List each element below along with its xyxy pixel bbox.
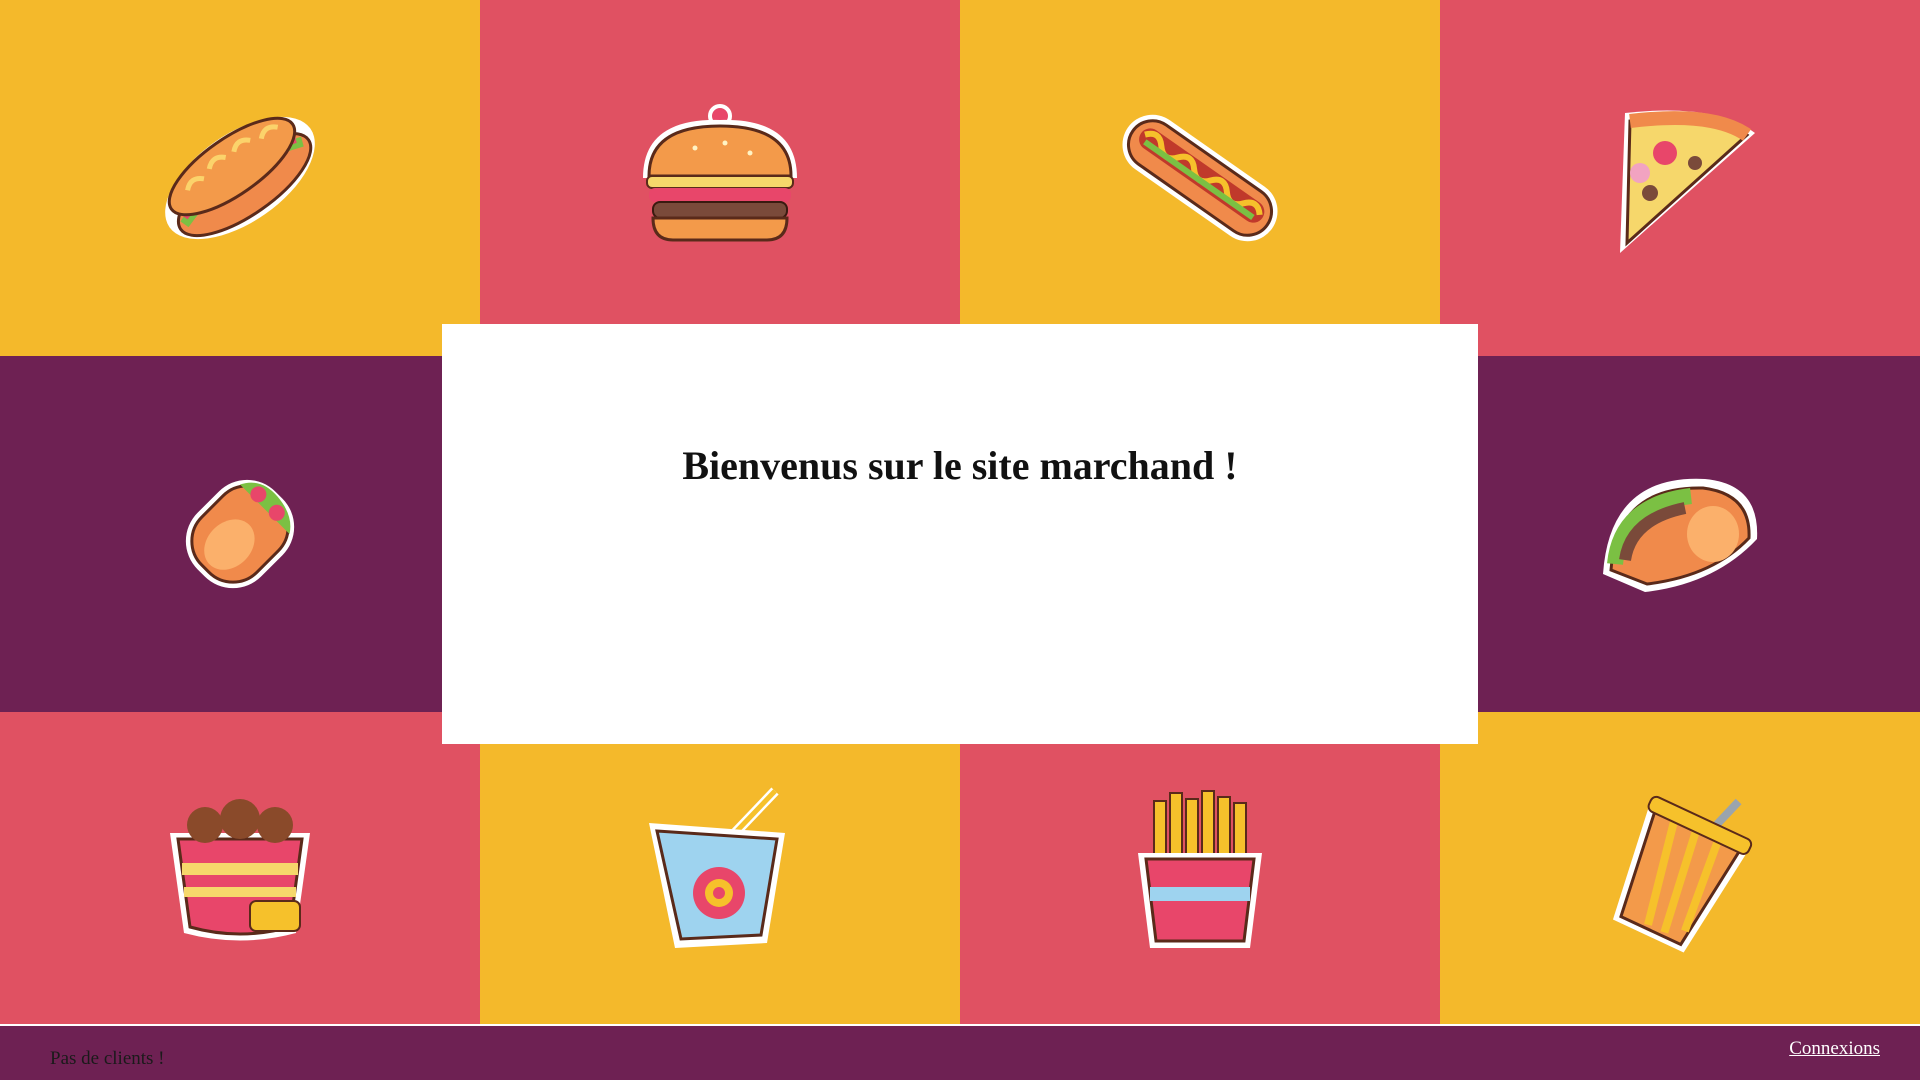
footer-bar: Pas de clients ! Connexions (0, 1026, 1920, 1080)
tile-pizza (1440, 0, 1920, 356)
sandwich-icon (165, 116, 315, 240)
burger-icon (643, 104, 797, 242)
client-status-text: Pas de clients ! (50, 1048, 165, 1069)
tile-burger (480, 0, 960, 356)
fries-icon (1138, 790, 1262, 948)
tile-soda-cup (1440, 712, 1920, 1024)
hotdog-icon (1122, 114, 1278, 242)
pizza-icon (1620, 110, 1755, 253)
burrito-icon (185, 479, 295, 589)
tile-hotdog (960, 0, 1440, 356)
tile-fries (960, 712, 1440, 1024)
tile-fried-chicken (0, 712, 480, 1024)
fried-chicken-icon (170, 799, 310, 941)
soda-cup-icon (1612, 795, 1753, 953)
tile-burrito (0, 356, 480, 712)
tile-noodle-box (480, 712, 960, 1024)
welcome-heading: Bienvenus sur le site marchand ! (682, 443, 1238, 488)
tile-taco (1440, 356, 1920, 712)
taco-icon (1603, 478, 1758, 592)
welcome-panel: Bienvenus sur le site marchand ! (442, 324, 1478, 744)
tile-sandwich (0, 0, 480, 356)
noodle-box-icon (649, 787, 785, 948)
connexions-link[interactable]: Connexions (1789, 1038, 1880, 1060)
